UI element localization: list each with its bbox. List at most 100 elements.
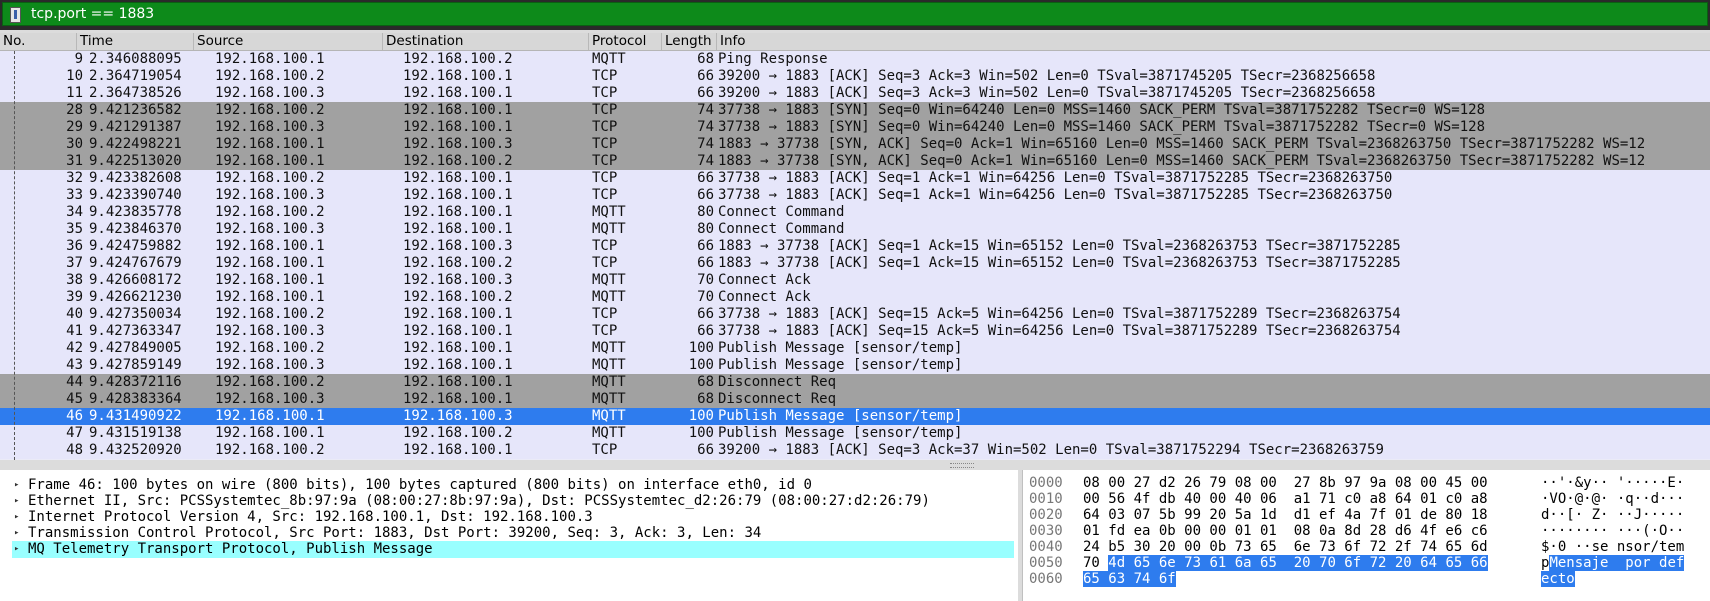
packet-bytes-pane[interactable]: 0000 08 00 27 d2 26 79 08 00 27 8b 97 9a … bbox=[1022, 470, 1710, 601]
ascii-bytes[interactable]: pMensaje por def bbox=[1541, 555, 1685, 572]
packet-proto-cell: MQTT bbox=[592, 391, 626, 407]
bookmark-icon[interactable] bbox=[10, 7, 21, 23]
ascii-bytes-plain: ··'·&y·· '·····E· bbox=[1541, 475, 1685, 491]
packet-row[interactable]: 10 2.364719054 192.168.100.2 192.168.100.1 T… bbox=[0, 68, 1710, 85]
packet-proto-cell: TCP bbox=[592, 153, 618, 169]
packet-no-cell: 48 bbox=[66, 442, 83, 458]
hex-dump-row: 0060 65 63 74 6f ecto bbox=[1023, 571, 1710, 588]
packet-row[interactable]: 32 9.423382608 192.168.100.2 192.168.100.1 T… bbox=[0, 170, 1710, 187]
packet-no-cell: 44 bbox=[66, 374, 83, 390]
column-header-protocol[interactable]: Protocol bbox=[589, 33, 662, 50]
packet-len-cell: 74 bbox=[697, 153, 714, 169]
hex-bytes[interactable]: 64 03 07 5b 99 20 5a 1d d1 ef 4a 7f 01 d… bbox=[1083, 507, 1488, 524]
packet-dst-cell: 192.168.100.2 bbox=[403, 289, 513, 305]
packet-row[interactable]: 35 9.423846370 192.168.100.3 192.168.100.1 M… bbox=[0, 221, 1710, 238]
packet-src-cell: 192.168.100.3 bbox=[215, 119, 325, 135]
packet-src-cell: 192.168.100.1 bbox=[215, 238, 325, 254]
hex-bytes[interactable]: 00 56 4f db 40 00 40 06 a1 71 c0 a8 64 0… bbox=[1083, 491, 1488, 508]
packet-row[interactable]: 37 9.424767679 192.168.100.1 192.168.100.2 T… bbox=[0, 255, 1710, 272]
packet-row[interactable]: 28 9.421236582 192.168.100.2 192.168.100.1 T… bbox=[0, 102, 1710, 119]
packet-no-cell: 31 bbox=[66, 153, 83, 169]
packet-details-pane[interactable]: ▸ Frame 46: 100 bytes on wire (800 bits),… bbox=[0, 470, 1018, 601]
packet-proto-cell: TCP bbox=[592, 255, 618, 271]
packet-row[interactable]: 34 9.423835778 192.168.100.2 192.168.100.1 M… bbox=[0, 204, 1710, 221]
packet-src-cell: 192.168.100.3 bbox=[215, 357, 325, 373]
packet-row[interactable]: 11 2.364738526 192.168.100.3 192.168.100.1 T… bbox=[0, 85, 1710, 102]
ascii-bytes[interactable]: d··[· Z· ··J····· bbox=[1541, 507, 1684, 524]
ascii-bytes[interactable]: $·0 ··se nsor/tem bbox=[1541, 539, 1684, 556]
detail-tree-item[interactable]: ▸ Transmission Control Protocol, Src Port… bbox=[12, 525, 1012, 542]
ascii-bytes[interactable]: ·VO·@·@· ·q··d··· bbox=[1541, 491, 1684, 508]
expand-arrow-icon[interactable]: ▸ bbox=[14, 541, 19, 558]
packet-len-cell: 66 bbox=[697, 85, 714, 101]
packet-row[interactable]: 48 9.432520920 192.168.100.2 192.168.100.1 T… bbox=[0, 442, 1710, 459]
detail-tree-label: Ethernet II, Src: PCSSystemtec_8b:97:9a … bbox=[28, 493, 930, 509]
packet-src-cell: 192.168.100.2 bbox=[215, 170, 325, 186]
packet-row[interactable]: 41 9.427363347 192.168.100.3 192.168.100.1 T… bbox=[0, 323, 1710, 340]
column-header-time[interactable]: Time bbox=[77, 33, 194, 50]
packet-dst-cell: 192.168.100.2 bbox=[403, 51, 513, 67]
hex-bytes-plain: 08 00 27 d2 26 79 08 00 27 8b 97 9a 08 0… bbox=[1083, 475, 1488, 491]
packet-list[interactable]: No. Time Source Destination Protocol Len… bbox=[0, 33, 1710, 460]
hex-bytes-plain: 70 bbox=[1083, 555, 1109, 571]
packet-row[interactable]: 38 9.426608172 192.168.100.1 192.168.100.3 M… bbox=[0, 272, 1710, 289]
hex-bytes[interactable]: 08 00 27 d2 26 79 08 00 27 8b 97 9a 08 0… bbox=[1083, 475, 1488, 492]
expand-arrow-icon[interactable]: ▸ bbox=[14, 509, 19, 526]
ascii-bytes[interactable]: ··'·&y·· '·····E· bbox=[1541, 475, 1684, 492]
packet-time-cell: 9.423835778 bbox=[89, 204, 182, 220]
packet-row[interactable]: 44 9.428372116 192.168.100.2 192.168.100.1 M… bbox=[0, 374, 1710, 391]
packet-no-cell: 29 bbox=[66, 119, 83, 135]
hex-bytes[interactable]: 01 fd ea 0b 00 00 01 01 08 0a 8d 28 d6 4… bbox=[1083, 523, 1488, 540]
detail-tree-item[interactable]: ▸ Internet Protocol Version 4, Src: 192.1… bbox=[12, 509, 1012, 526]
packet-row[interactable]: 43 9.427859149 192.168.100.3 192.168.100.1 M… bbox=[0, 357, 1710, 374]
display-filter-input[interactable]: tcp.port == 1883 bbox=[2, 2, 1708, 26]
packet-time-cell: 9.423390740 bbox=[89, 187, 182, 203]
packet-row[interactable]: 36 9.424759882 192.168.100.1 192.168.100.3 T… bbox=[0, 238, 1710, 255]
packet-dst-cell: 192.168.100.2 bbox=[403, 255, 513, 271]
pane-splitter[interactable] bbox=[0, 460, 1710, 470]
detail-tree-item[interactable]: ▸ Ethernet II, Src: PCSSystemtec_8b:97:9a… bbox=[12, 493, 1012, 510]
packet-row[interactable]: 33 9.423390740 192.168.100.3 192.168.100.1 T… bbox=[0, 187, 1710, 204]
packet-len-cell: 70 bbox=[697, 272, 714, 288]
packet-row[interactable]: 30 9.422498221 192.168.100.1 192.168.100.3 T… bbox=[0, 136, 1710, 153]
display-filter-bar: tcp.port == 1883 bbox=[0, 0, 1710, 30]
column-header-source[interactable]: Source bbox=[194, 33, 383, 50]
hex-bytes[interactable]: 70 4d 65 6e 73 61 6a 65 20 70 6f 72 20 6… bbox=[1083, 555, 1488, 572]
ascii-bytes[interactable]: ecto bbox=[1541, 571, 1575, 588]
packet-proto-cell: MQTT bbox=[592, 221, 626, 237]
packet-row[interactable]: 42 9.427849005 192.168.100.2 192.168.100.1 M… bbox=[0, 340, 1710, 357]
column-header-destination[interactable]: Destination bbox=[383, 33, 589, 50]
detail-tree-item[interactable]: ▸ MQ Telemetry Transport Protocol, Publis… bbox=[12, 541, 1014, 558]
hex-bytes[interactable]: 65 63 74 6f bbox=[1083, 571, 1176, 588]
packet-proto-cell: TCP bbox=[592, 170, 618, 186]
column-header-info[interactable]: Info bbox=[717, 33, 1710, 50]
packet-row[interactable]: 45 9.428383364 192.168.100.3 192.168.100.1 M… bbox=[0, 391, 1710, 408]
ascii-bytes[interactable]: ········ ···(·O·· bbox=[1541, 523, 1684, 540]
packet-proto-cell: MQTT bbox=[592, 425, 626, 441]
packet-proto-cell: MQTT bbox=[592, 357, 626, 373]
packet-row[interactable]: 39 9.426621230 192.168.100.1 192.168.100.2 M… bbox=[0, 289, 1710, 306]
packet-info-cell: 1883 → 37738 [ACK] Seq=1 Ack=15 Win=6515… bbox=[718, 238, 1401, 254]
expand-arrow-icon[interactable]: ▸ bbox=[14, 525, 19, 542]
packet-time-cell: 9.422498221 bbox=[89, 136, 182, 152]
packet-row[interactable]: 47 9.431519138 192.168.100.1 192.168.100.2 M… bbox=[0, 425, 1710, 442]
packet-proto-cell: TCP bbox=[592, 136, 618, 152]
packet-row[interactable]: 40 9.427350034 192.168.100.2 192.168.100.1 T… bbox=[0, 306, 1710, 323]
expand-arrow-icon[interactable]: ▸ bbox=[14, 477, 19, 494]
splitter-grip-icon[interactable] bbox=[950, 463, 974, 468]
detail-tree-item[interactable]: ▸ Frame 46: 100 bytes on wire (800 bits),… bbox=[12, 477, 1012, 494]
packet-row[interactable]: 29 9.421291387 192.168.100.3 192.168.100.1 T… bbox=[0, 119, 1710, 136]
packet-src-cell: 192.168.100.1 bbox=[215, 153, 325, 169]
packet-row[interactable]: 46 9.431490922 192.168.100.1 192.168.100.3 M… bbox=[0, 408, 1710, 425]
display-filter-text[interactable]: tcp.port == 1883 bbox=[31, 6, 154, 22]
packet-len-cell: 80 bbox=[697, 221, 714, 237]
packet-row[interactable]: 9 2.346088095 192.168.100.1 192.168.100.2 MQ… bbox=[0, 51, 1710, 68]
packet-row[interactable]: 31 9.422513020 192.168.100.1 192.168.100.2 T… bbox=[0, 153, 1710, 170]
hex-bytes[interactable]: 24 b5 30 20 00 0b 73 65 6e 73 6f 72 2f 7… bbox=[1083, 539, 1488, 556]
column-header-no[interactable]: No. bbox=[0, 33, 77, 50]
packet-info-cell: 39200 → 1883 [ACK] Seq=3 Ack=37 Win=502 … bbox=[718, 442, 1384, 458]
expand-arrow-icon[interactable]: ▸ bbox=[14, 493, 19, 510]
packet-time-cell: 9.423382608 bbox=[89, 170, 182, 186]
column-header-length[interactable]: Length bbox=[662, 33, 717, 50]
packet-src-cell: 192.168.100.1 bbox=[215, 255, 325, 271]
